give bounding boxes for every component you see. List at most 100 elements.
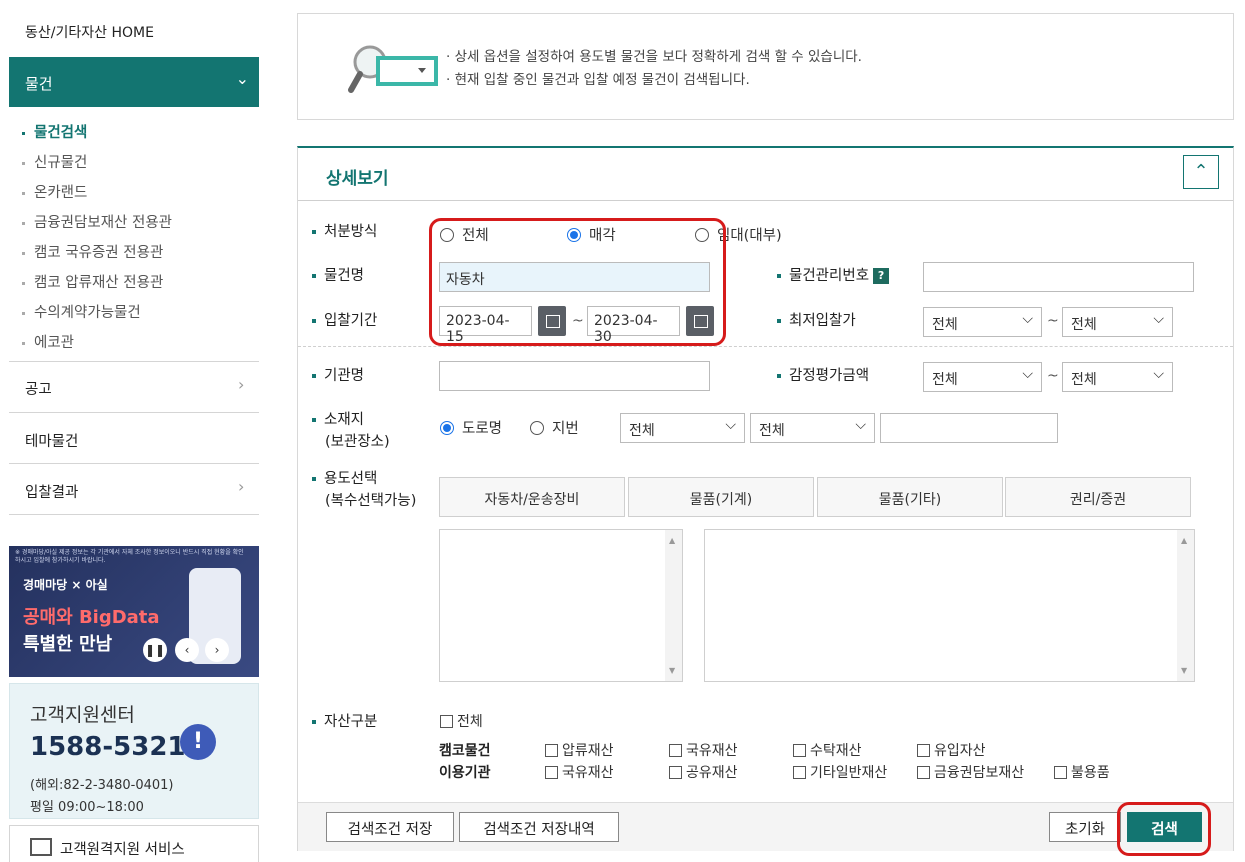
checkbox-trust[interactable]: 수탁재산 <box>793 740 862 760</box>
banner-disclaimer: ※ 경매마당/아실 제공 정보는 각 기관에서 자체 조사한 정보이오니 반드시… <box>15 549 244 564</box>
appraisal-label: 감정평가금액 <box>777 364 869 385</box>
mgmt-no-input[interactable] <box>923 262 1194 292</box>
appraisal-from-select[interactable]: 전체 <box>923 362 1042 392</box>
chevron-right-icon: › <box>238 375 245 394</box>
prev-icon[interactable]: ‹ <box>175 638 199 662</box>
remote-label: 고객원격지원 서비스 <box>60 842 185 858</box>
checkbox-inflow[interactable]: 유입자산 <box>917 740 986 760</box>
monitor-icon <box>30 838 52 856</box>
min-price-from-select[interactable]: 전체 <box>923 307 1042 337</box>
checkbox-label: 국유재산 <box>686 743 738 759</box>
sidebar-sub-item[interactable]: 수의계약가능물건 <box>22 301 141 322</box>
period-label: 입찰기간 <box>312 309 377 330</box>
checkbox-label: 금융권담보재산 <box>934 765 1025 781</box>
tab-machinery[interactable]: 물품(기계) <box>628 477 814 517</box>
sub-item-label: 온카랜드 <box>34 185 88 201</box>
tab-rights[interactable]: 권리/증권 <box>1005 477 1191 517</box>
radio-label: 임대(대부) <box>717 228 782 244</box>
search-illustration-icon <box>348 45 438 93</box>
highlight-box <box>429 218 726 346</box>
sub-item-label: 금융권담보재산 전용관 <box>34 215 173 231</box>
sidebar-home-link[interactable]: 동산/기타자산 HOME <box>25 22 154 42</box>
sidebar-sub-item[interactable]: 온카랜드 <box>22 181 87 202</box>
scroll-down-icon[interactable]: ▼ <box>669 666 675 675</box>
checkbox-public[interactable]: 공유재산 <box>669 762 738 782</box>
scroll-up-icon[interactable]: ▲ <box>669 536 675 545</box>
checkbox-label: 수탁재산 <box>810 743 862 759</box>
panel-title: 상세보기 <box>326 169 389 189</box>
asset-label: 자산구분 <box>312 710 377 731</box>
usage-list-right[interactable]: ▲ ▼ <box>704 529 1195 682</box>
sidebar-sub-item[interactable]: 물건검색 <box>22 121 87 142</box>
sidebar-menu-theme[interactable]: 테마물건 <box>25 430 78 451</box>
region-select-2[interactable]: 전체 <box>750 413 875 443</box>
customer-center: 고객지원센터 1588-5321 ! (해외:82-2-3480-0401) 평… <box>9 683 259 819</box>
region-select-1[interactable]: 전체 <box>620 413 745 443</box>
org-label: 기관명 <box>312 364 364 385</box>
divider <box>298 346 1233 347</box>
sub-item-label: 물건검색 <box>34 125 88 141</box>
promo-banner[interactable]: ※ 경매마당/아실 제공 정보는 각 기관에서 자체 조사한 정보이오니 반드시… <box>9 546 259 677</box>
cs-title: 고객지원센터 <box>30 704 135 726</box>
info-line-2: · 현재 입찰 중인 물건과 입찰 예정 물건이 검색됩니다. <box>446 72 750 88</box>
help-icon[interactable]: ? <box>873 268 890 284</box>
menu-label: 입찰결과 <box>25 485 79 501</box>
collapse-button[interactable]: ⌃ <box>1183 155 1219 189</box>
range-separator: ~ <box>1047 368 1059 384</box>
scroll-down-icon[interactable]: ▼ <box>1181 666 1187 675</box>
scrollbar[interactable]: ▲ ▼ <box>665 530 682 681</box>
checkbox-asset-all[interactable]: 전체 <box>440 711 483 731</box>
checkbox-label: 압류재산 <box>562 743 614 759</box>
pause-icon[interactable]: ❚❚ <box>143 638 167 662</box>
chevron-up-icon: ⌃ <box>1193 161 1209 182</box>
scroll-up-icon[interactable]: ▲ <box>1181 536 1187 545</box>
scrollbar[interactable]: ▲ ▼ <box>1177 530 1194 681</box>
sidebar-menu-notice[interactable]: 공고 <box>25 378 52 399</box>
info-line-1: · 상세 옵션을 설정하여 용도별 물건을 보다 정확하게 검색 할 수 있습니… <box>446 49 862 65</box>
banner-headline-1: 공매와 BigData <box>23 607 160 628</box>
save-conditions-button[interactable]: 검색조건 저장 <box>326 812 454 842</box>
radio-label: 지번 <box>552 421 579 437</box>
checkbox-label: 불용품 <box>1071 765 1110 781</box>
remote-support-link[interactable]: 고객원격지원 서비스 <box>9 825 259 862</box>
tab-goods-other[interactable]: 물품(기타) <box>817 477 1003 517</box>
sidebar-menu-label: 물건 <box>25 75 53 93</box>
mgmt-no-label: 물건관리번호? <box>777 264 890 285</box>
sidebar-sub-item[interactable]: 캠코 압류재산 전용관 <box>22 271 163 292</box>
next-icon[interactable]: › <box>205 638 229 662</box>
checkbox-label: 국유재산 <box>562 765 614 781</box>
checkbox-collateral[interactable]: 금융권담보재산 <box>917 762 1024 782</box>
min-price-to-select[interactable]: 전체 <box>1062 307 1173 337</box>
sidebar-sub-item[interactable]: 캠코 국유증권 전용관 <box>22 241 163 262</box>
checkbox-general[interactable]: 기타일반재산 <box>793 762 887 782</box>
sidebar-sub-item[interactable]: 신규물건 <box>22 151 87 172</box>
sidebar-sub-item[interactable]: 에코관 <box>22 331 74 352</box>
saved-conditions-button[interactable]: 검색조건 저장내역 <box>459 812 619 842</box>
reset-button[interactable]: 초기화 <box>1049 812 1121 842</box>
checkbox-unused[interactable]: 불용품 <box>1054 762 1110 782</box>
sidebar-menu-items[interactable]: 물건 ⌄ <box>9 57 259 107</box>
checkbox-national[interactable]: 국유재산 <box>669 740 738 760</box>
item-name-label: 물건명 <box>312 264 364 285</box>
usage-list-left[interactable]: ▲ ▼ <box>439 529 683 682</box>
banner-headline-2: 특별한 만남 <box>23 634 113 655</box>
sub-item-label: 신규물건 <box>34 155 88 171</box>
radio-road-name[interactable]: 도로명 <box>440 417 502 438</box>
menu-label: 공고 <box>25 382 52 398</box>
sub-item-label: 캠코 압류재산 전용관 <box>34 275 164 291</box>
radio-lot-number[interactable]: 지번 <box>530 417 579 438</box>
cs-phone-number: 1588-5321 <box>30 732 186 762</box>
checkbox-national-inst[interactable]: 국유재산 <box>545 762 614 782</box>
location-label: 소재지 <box>312 408 364 429</box>
min-price-label: 최저입찰가 <box>777 309 856 330</box>
sub-item-label: 캠코 국유증권 전용관 <box>34 245 164 261</box>
checkbox-seized[interactable]: 압류재산 <box>545 740 614 760</box>
appraisal-to-select[interactable]: 전체 <box>1062 362 1173 392</box>
checkbox-label: 유입자산 <box>934 743 986 759</box>
tab-vehicle[interactable]: 자동차/운송장비 <box>439 477 625 517</box>
org-input[interactable] <box>439 361 710 391</box>
sidebar-sub-item[interactable]: 금융권담보재산 전용관 <box>22 211 172 232</box>
address-input[interactable] <box>880 413 1058 443</box>
disposal-label: 처분방식 <box>312 220 377 241</box>
sidebar-menu-results[interactable]: 입찰결과 <box>25 481 78 502</box>
